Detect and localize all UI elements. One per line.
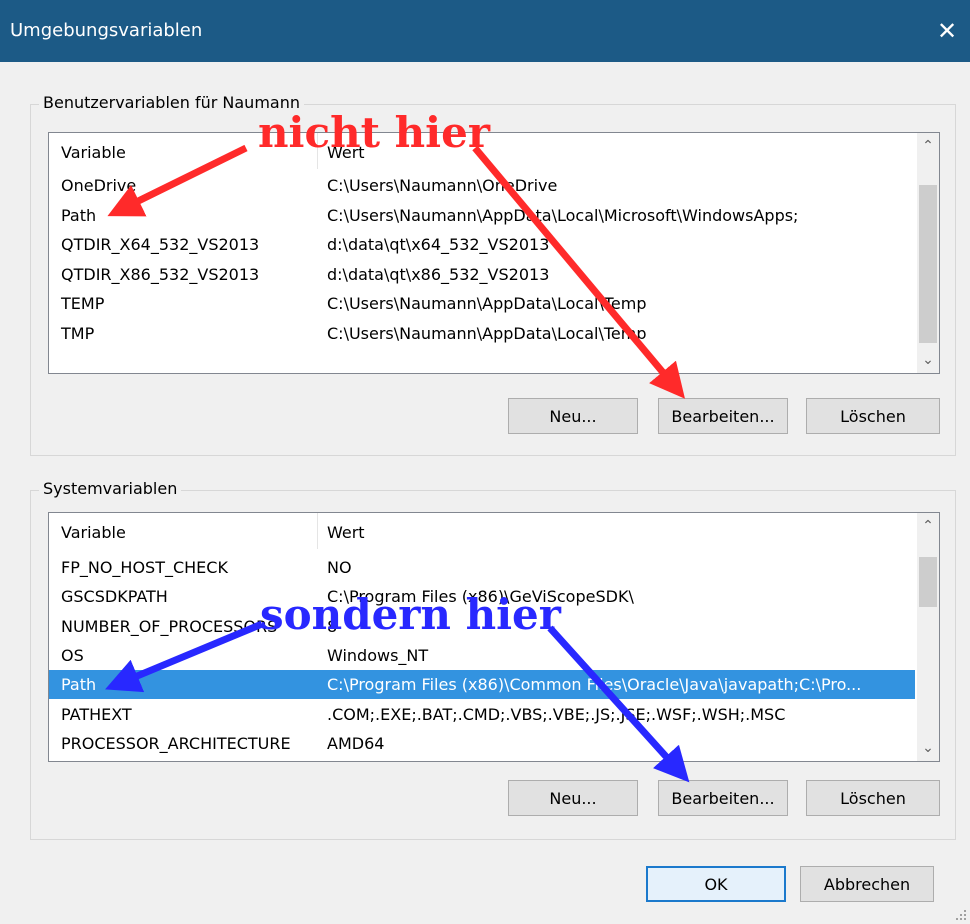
table-row[interactable]: PROCESSOR_ARCHITECTURE AMD64 bbox=[49, 729, 915, 758]
variable-cell: TMP bbox=[61, 324, 95, 343]
system-new-label: Neu... bbox=[549, 788, 597, 808]
cancel-label: Abbrechen bbox=[823, 874, 911, 894]
variable-cell: Path bbox=[61, 205, 97, 225]
annotation-nicht-hier: nicht hier bbox=[258, 108, 490, 157]
scroll-up-icon[interactable]: ⌃ bbox=[917, 135, 939, 157]
table-row[interactable]: QTDIR_X64_532_VS2013 d:\data\qt\x64_532_V… bbox=[49, 230, 915, 259]
cancel-button[interactable]: Abbrechen bbox=[800, 866, 934, 902]
system-edit-label: Bearbeiten... bbox=[671, 788, 775, 808]
column-header-variable[interactable]: Variable bbox=[61, 143, 126, 162]
value-cell: C:\Users\Naumann\OneDrive bbox=[327, 176, 558, 195]
table-row[interactable]: OneDrive C:\Users\Naumann\OneDrive bbox=[49, 171, 915, 200]
variable-cell: OneDrive bbox=[61, 176, 137, 195]
variable-cell: TEMP bbox=[61, 294, 105, 314]
value-cell: C:\Program Files (x86)\Common Files\Orac… bbox=[327, 675, 862, 695]
scroll-down-icon[interactable]: ⌄ bbox=[917, 737, 939, 759]
variable-cell: GSCSDKPATH bbox=[61, 587, 168, 607]
user-edit-label: Bearbeiten... bbox=[671, 406, 775, 426]
column-header-value[interactable]: Wert bbox=[327, 523, 365, 542]
table-row[interactable]: QTDIR_X86_532_VS2013 d:\data\qt\x86_532_V… bbox=[49, 260, 915, 289]
resize-grip-icon[interactable] bbox=[954, 908, 968, 922]
variable-cell: PROCESSOR_ARCHITECTURE bbox=[61, 733, 291, 753]
table-row[interactable]: FP_NO_HOST_CHECK NO bbox=[49, 553, 915, 582]
table-row[interactable]: OS Windows_NT bbox=[49, 641, 915, 670]
table-row[interactable]: Path C:\Users\Naumann\AppData\Local\Micro… bbox=[49, 201, 915, 230]
table-row[interactable]: TMP C:\Users\Naumann\AppData\Local\Temp bbox=[49, 319, 915, 348]
ok-button[interactable]: OK bbox=[646, 866, 786, 902]
variable-cell: FP_NO_HOST_CHECK bbox=[61, 558, 228, 577]
value-cell: d:\data\qt\x64_532_VS2013 bbox=[327, 235, 550, 255]
annotation-sondern-hier: sondern hier bbox=[260, 590, 561, 639]
column-divider[interactable] bbox=[317, 513, 318, 549]
system-new-button[interactable]: Neu... bbox=[508, 780, 638, 816]
table-row[interactable]: PATHEXT .COM;.EXE;.BAT;.CMD;.VBS;.VBE;.JS… bbox=[49, 700, 915, 729]
scroll-thumb[interactable] bbox=[919, 185, 937, 343]
value-cell: AMD64 bbox=[327, 733, 385, 753]
user-new-label: Neu... bbox=[549, 406, 597, 426]
user-variables-list[interactable]: Variable Wert OneDrive C:\Users\Naumann\O… bbox=[48, 132, 940, 374]
variable-cell: PATHEXT bbox=[61, 704, 132, 724]
value-cell: C:\Users\Naumann\AppData\Local\Temp bbox=[327, 294, 647, 314]
user-edit-button[interactable]: Bearbeiten... bbox=[658, 398, 788, 434]
user-new-button[interactable]: Neu... bbox=[508, 398, 638, 434]
system-variables-group-label: Systemvariablen bbox=[39, 479, 182, 498]
variable-cell: Path bbox=[61, 675, 97, 695]
system-delete-label: Löschen bbox=[840, 788, 906, 808]
value-cell: C:\Users\Naumann\AppData\Local\Temp bbox=[327, 324, 647, 343]
variable-cell: QTDIR_X86_532_VS2013 bbox=[61, 264, 260, 284]
window-title: Umgebungsvariablen bbox=[10, 20, 203, 41]
system-delete-button[interactable]: Löschen bbox=[806, 780, 940, 816]
variable-cell: QTDIR_X64_532_VS2013 bbox=[61, 235, 260, 255]
variable-cell: NUMBER_OF_PROCESSORS bbox=[61, 616, 278, 636]
list-header: Variable Wert bbox=[49, 133, 939, 169]
user-delete-button[interactable]: Löschen bbox=[806, 398, 940, 434]
environment-variables-dialog: Umgebungsvariablen ✕ Benutzervariablen f… bbox=[0, 0, 970, 924]
table-row[interactable]: Path C:\Program Files (x86)\Common Files\… bbox=[49, 670, 915, 700]
value-cell: Windows_NT bbox=[327, 645, 429, 665]
ok-label: OK bbox=[704, 874, 728, 894]
user-delete-label: Löschen bbox=[840, 406, 906, 426]
value-cell: NO bbox=[327, 558, 352, 577]
value-cell: C:\Users\Naumann\AppData\Local\Microsoft… bbox=[327, 205, 799, 225]
value-cell: .COM;.EXE;.BAT;.CMD;.VBS;.VBE;.JS;.JSE;.… bbox=[327, 704, 786, 724]
scroll-down-icon[interactable]: ⌄ bbox=[917, 349, 939, 371]
system-edit-button[interactable]: Bearbeiten... bbox=[658, 780, 788, 816]
list-header: Variable Wert bbox=[49, 513, 939, 549]
table-row[interactable]: TEMP C:\Users\Naumann\AppData\Local\Temp bbox=[49, 289, 915, 318]
title-bar[interactable]: Umgebungsvariablen ✕ bbox=[0, 0, 970, 62]
system-list-scrollbar[interactable]: ⌃ ⌄ bbox=[917, 513, 939, 761]
column-header-variable[interactable]: Variable bbox=[61, 523, 126, 542]
close-icon[interactable]: ✕ bbox=[924, 0, 970, 62]
variable-cell: OS bbox=[61, 645, 84, 665]
scroll-thumb[interactable] bbox=[919, 557, 937, 607]
scroll-up-icon[interactable]: ⌃ bbox=[917, 515, 939, 537]
value-cell: d:\data\qt\x86_532_VS2013 bbox=[327, 264, 550, 284]
user-list-scrollbar[interactable]: ⌃ ⌄ bbox=[917, 133, 939, 373]
